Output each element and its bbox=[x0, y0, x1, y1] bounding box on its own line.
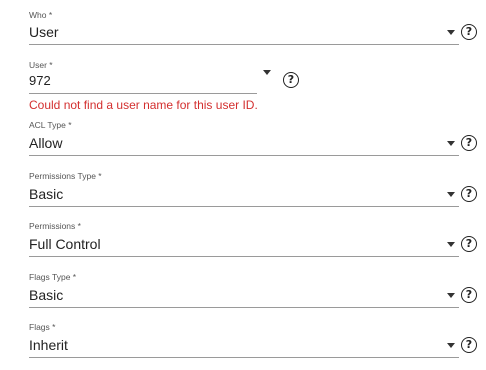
flags-label: Flags * bbox=[29, 322, 56, 332]
chevron-down-icon[interactable] bbox=[447, 343, 455, 348]
flags-value: Inherit bbox=[29, 337, 68, 353]
permissions-underline bbox=[29, 256, 459, 257]
permissions-select[interactable]: Permissions * Full Control bbox=[29, 221, 459, 257]
who-value: User bbox=[29, 24, 59, 40]
user-error-message: Could not find a user name for this user… bbox=[29, 98, 258, 112]
chevron-down-icon[interactable] bbox=[447, 242, 455, 247]
permissions-type-help-icon[interactable]: ? bbox=[461, 186, 477, 202]
flags-type-select[interactable]: Flags Type * Basic bbox=[29, 272, 459, 308]
user-help-icon[interactable]: ? bbox=[283, 72, 299, 88]
permissions-type-underline bbox=[29, 206, 459, 207]
user-value: 972 bbox=[29, 73, 51, 88]
permissions-help-icon[interactable]: ? bbox=[461, 236, 477, 252]
chevron-down-icon[interactable] bbox=[447, 30, 455, 35]
user-underline bbox=[29, 93, 257, 94]
who-help-icon[interactable]: ? bbox=[461, 24, 477, 40]
flags-select[interactable]: Flags * Inherit bbox=[29, 322, 459, 358]
chevron-down-icon[interactable] bbox=[447, 293, 455, 298]
chevron-down-icon[interactable] bbox=[447, 141, 455, 146]
acl-type-select[interactable]: ACL Type * Allow bbox=[29, 120, 459, 156]
permissions-type-label: Permissions Type * bbox=[29, 171, 102, 181]
who-select[interactable]: Who * User bbox=[29, 10, 459, 46]
flags-type-label: Flags Type * bbox=[29, 272, 77, 282]
flags-type-underline bbox=[29, 307, 459, 308]
user-dropdown-chevron-down-icon[interactable] bbox=[263, 70, 271, 75]
flags-underline bbox=[29, 357, 459, 358]
acl-type-help-icon[interactable]: ? bbox=[461, 135, 477, 151]
flags-type-help-icon[interactable]: ? bbox=[461, 287, 477, 303]
permissions-value: Full Control bbox=[29, 236, 101, 252]
chevron-down-icon[interactable] bbox=[447, 192, 455, 197]
permissions-type-value: Basic bbox=[29, 186, 64, 202]
who-label: Who * bbox=[29, 10, 53, 20]
permissions-label: Permissions * bbox=[29, 221, 81, 231]
acl-type-value: Allow bbox=[29, 135, 63, 151]
permissions-type-select[interactable]: Permissions Type * Basic bbox=[29, 171, 459, 207]
flags-help-icon[interactable]: ? bbox=[461, 337, 477, 353]
user-field[interactable]: User * 972 bbox=[29, 60, 257, 96]
user-label: User * bbox=[29, 60, 53, 70]
acl-type-label: ACL Type * bbox=[29, 120, 72, 130]
acl-type-underline bbox=[29, 155, 459, 156]
flags-type-value: Basic bbox=[29, 287, 64, 303]
who-underline bbox=[29, 44, 459, 45]
